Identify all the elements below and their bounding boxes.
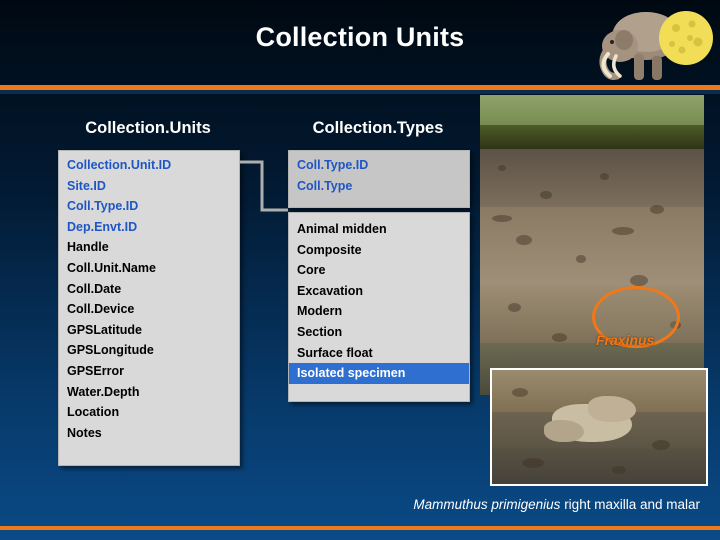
types-field-1: Coll.Type: [297, 178, 353, 193]
units-field-8: GPSLatitude: [67, 322, 143, 337]
units-field-4: Handle: [67, 240, 109, 255]
types-value-list: Animal midden Composite Core Excavation Mode…: [289, 219, 469, 384]
types-field-0: Coll.Type.ID: [297, 158, 369, 172]
types-value-4[interactable]: Modern: [289, 301, 469, 322]
caption-description: right maxilla and malar: [564, 497, 700, 512]
types-value-7[interactable]: Isolated specimen: [289, 363, 469, 384]
units-field-1: Site.ID: [67, 178, 106, 193]
relationship-connector-icon: [238, 160, 290, 212]
divider-bar-dark: [0, 90, 720, 94]
types-value-1[interactable]: Composite: [289, 240, 469, 261]
mammoth-icon: [594, 2, 720, 94]
units-field-10: GPSError: [67, 363, 124, 378]
units-field-0: Collection.Unit.ID: [67, 158, 172, 172]
units-field-13: Notes: [67, 425, 102, 440]
units-field-list: Collection.Unit.ID Site.ID Coll.Type.ID Dep…: [59, 155, 239, 443]
caption-species: Mammuthus primigenius: [413, 497, 561, 512]
types-value-3[interactable]: Excavation: [289, 281, 469, 302]
types-field-list: Coll.Type.ID Coll.Type: [289, 155, 469, 196]
column-heading-collection-units: Collection.Units: [85, 119, 211, 137]
entity-box-collection-types-values: Animal midden Composite Core Excavation Mode…: [288, 212, 470, 402]
column-heading-collection-types: Collection.Types: [312, 119, 444, 137]
units-field-5: Coll.Unit.Name: [67, 260, 156, 275]
units-field-6: Coll.Date: [67, 281, 122, 296]
types-value-0[interactable]: Animal midden: [289, 219, 469, 240]
entity-box-collection-types-keys: Coll.Type.ID Coll.Type: [288, 150, 470, 208]
slide-canvas: Collection Units Collection.Units Collec…: [0, 0, 720, 540]
units-field-12: Location: [67, 405, 120, 420]
footer-bar-orange: [0, 526, 720, 530]
units-field-7: Coll.Device: [67, 302, 135, 317]
types-value-2[interactable]: Core: [289, 260, 469, 281]
types-value-6[interactable]: Surface float: [289, 343, 469, 364]
units-field-3: Dep.Envt.ID: [67, 219, 138, 234]
types-value-5[interactable]: Section: [289, 322, 469, 343]
entity-box-collection-units: Collection.Unit.ID Site.ID Coll.Type.ID Dep…: [58, 150, 240, 466]
units-field-11: Water.Depth: [67, 384, 140, 399]
photo-mammoth-maxilla: [490, 368, 708, 486]
photo-excavation-profile: [480, 95, 704, 395]
units-field-9: GPSLongitude: [67, 343, 154, 358]
photo-caption: Mammuthus primigenius right maxilla and …: [220, 497, 700, 512]
annotation-fraxinus: Fraxinus: [596, 332, 655, 348]
units-field-2: Coll.Type.ID: [67, 199, 139, 214]
